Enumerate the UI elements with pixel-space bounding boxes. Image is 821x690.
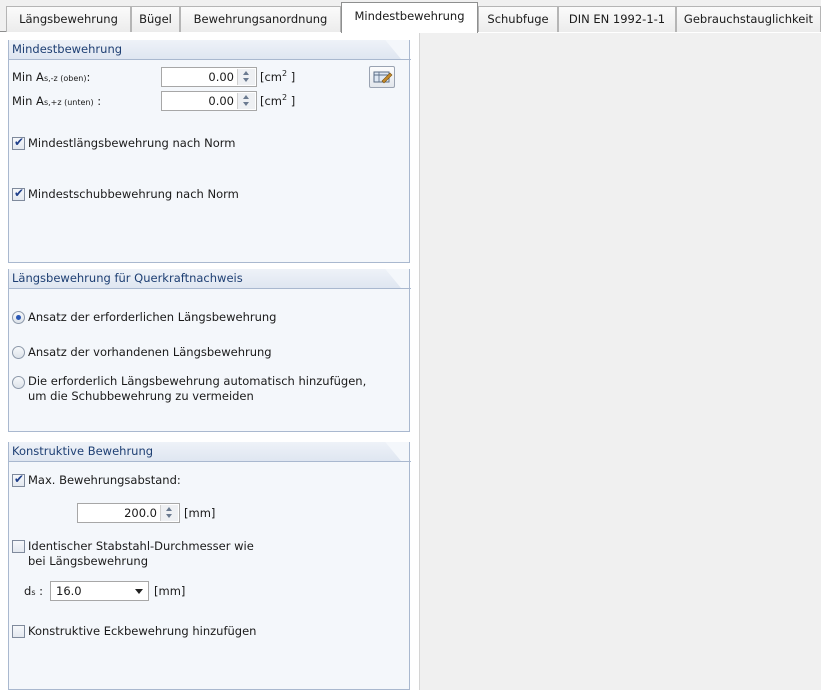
min-as-bottom-input[interactable]: 0.00 [161, 91, 257, 111]
tab-schubfuge[interactable]: Schubfuge [478, 6, 558, 32]
option-vorhandene-radio[interactable] [12, 346, 25, 359]
edit-table-button[interactable] [369, 66, 395, 88]
group-body: Max. Bewehrungsabstand: 200.0 [mm] Ident… [9, 462, 409, 689]
option-erforderliche-radio[interactable] [12, 311, 25, 324]
option-erforderliche-label: Ansatz der erforderlichen Längsbewehrung [28, 310, 277, 324]
group-konstruktiv: Max. Bewehrungsabstand: 200.0 [mm] Ident… [8, 442, 411, 690]
group-title: Mindestbewehrung [9, 40, 401, 59]
ds-label: ds : [24, 584, 44, 598]
group-querkraft: Ansatz der erforderlichen Längsbewehrung… [8, 269, 411, 432]
identisch-checkbox[interactable] [12, 540, 25, 553]
option-vorhandene-label: Ansatz der vorhandenen Längsbewehrung [28, 345, 272, 359]
ds-select[interactable]: 16.0 [50, 581, 149, 601]
group-body: Ansatz der erforderlichen Längsbewehrung… [9, 289, 409, 431]
identisch-label-2: bei Längsbewehrung [28, 554, 149, 568]
min-schub-checkbox[interactable] [12, 186, 25, 201]
max-abstand-spinner[interactable] [160, 505, 178, 521]
tab-buegel[interactable]: Bügel [131, 6, 180, 32]
eck-checkbox[interactable] [12, 625, 25, 638]
tab-gebrauchstauglichkeit[interactable]: Gebrauchstauglichkeit [676, 6, 821, 32]
max-abstand-label: Max. Bewehrungsabstand: [28, 473, 181, 487]
chevron-down-icon [135, 589, 143, 594]
min-as-bottom-unit: [cm2 ] [260, 93, 296, 108]
min-as-top-label: Min As,-z (oben): [12, 70, 91, 84]
group-body: Min As,-z (oben): 0.00 [cm2 ] Min As,+z … [9, 60, 409, 262]
option-automatisch-label-2: um die Schubbewehrung zu vermeiden [28, 389, 254, 403]
min-as-top-unit: [cm2 ] [260, 69, 296, 84]
max-abstand-unit: [mm] [184, 506, 216, 520]
tab-mindestbewehrung[interactable]: Mindestbewehrung [341, 2, 478, 33]
option-automatisch-radio[interactable] [12, 376, 25, 389]
min-as-top-input[interactable]: 0.00 [161, 67, 257, 87]
min-laengs-label: Mindestlängsbewehrung nach Norm [28, 136, 236, 150]
edit-table-icon [373, 71, 393, 84]
group-title: Längsbewehrung für Querkraftnachweis [9, 269, 401, 288]
group-title: Konstruktive Bewehrung [9, 442, 401, 461]
eck-label: Konstruktive Eckbewehrung hinzufügen [28, 624, 257, 638]
option-automatisch-label-1: Die erforderlich Längsbewehrung automati… [28, 374, 367, 388]
tab-bar: Längsbewehrung Bügel Bewehrungsanordnung… [0, 0, 821, 33]
max-abstand-checkbox[interactable] [12, 472, 25, 487]
min-as-bottom-label: Min As,+z (unten) : [12, 94, 102, 108]
group-mindestbewehrung: Min As,-z (oben): 0.00 [cm2 ] Min As,+z … [8, 40, 411, 263]
min-as-bottom-spinner[interactable] [237, 93, 255, 109]
max-abstand-input[interactable]: 200.0 [77, 503, 180, 523]
tab-bewehrungsanordnung[interactable]: Bewehrungsanordnung [180, 6, 341, 32]
graphics-pane [419, 33, 821, 690]
min-laengs-checkbox[interactable] [12, 135, 25, 150]
min-as-top-spinner[interactable] [237, 69, 255, 85]
min-schub-label: Mindestschubbewehrung nach Norm [28, 187, 239, 201]
identisch-label-1: Identischer Stabstahl-Durchmesser wie [28, 539, 254, 553]
settings-pane: Min As,-z (oben): 0.00 [cm2 ] Min As,+z … [8, 33, 413, 690]
tab-laengsbewehrung[interactable]: Längsbewehrung [6, 6, 131, 32]
tab-din-en-1992-1-1[interactable]: DIN EN 1992-1-1 [558, 6, 676, 32]
ds-unit: [mm] [154, 584, 186, 598]
